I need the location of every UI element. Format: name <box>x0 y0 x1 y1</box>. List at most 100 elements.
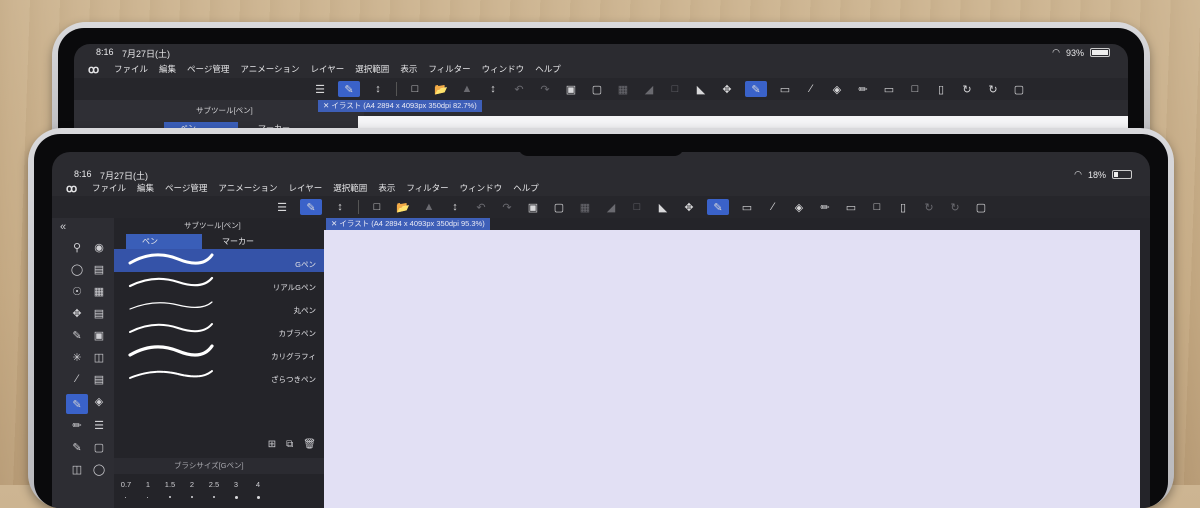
fill-selection-icon[interactable]: ◢ <box>603 199 619 215</box>
zoom-tool-icon[interactable]: ☉ <box>70 284 84 298</box>
eraser-alt-icon[interactable]: ▭ <box>881 81 897 97</box>
size-dot[interactable] <box>191 496 193 498</box>
clear-icon[interactable]: ▣ <box>563 81 579 97</box>
menu-help[interactable]: ヘルプ <box>535 63 561 75</box>
add-icon[interactable]: ⊞ <box>268 439 276 450</box>
menu-layer[interactable]: レイヤー <box>311 63 345 75</box>
trash-icon[interactable]: 🗑 <box>303 439 316 450</box>
move-icon[interactable]: ✥ <box>681 199 697 215</box>
smartphone-icon[interactable]: ▯ <box>895 199 911 215</box>
menu-view[interactable]: 表示 <box>378 182 395 194</box>
document-tab[interactable]: ✕ イラスト (A4 2894 x 4093px 350dpi 82.7%) <box>318 100 482 112</box>
pen-tool-icon[interactable]: ✎ <box>745 81 767 97</box>
eyedropper-icon[interactable]: ⁄ <box>765 199 781 215</box>
smartphone-icon[interactable]: ▯ <box>933 81 949 97</box>
menu-file[interactable]: ファイル <box>92 182 126 194</box>
menu-edit[interactable]: 編集 <box>159 63 176 75</box>
size-dot[interactable] <box>169 496 171 498</box>
flip-horizontal-icon[interactable]: ◣ <box>655 199 671 215</box>
size-dot[interactable] <box>257 496 260 499</box>
lasso-icon[interactable]: ◯ <box>70 262 84 276</box>
crop-icon[interactable]: ▢ <box>589 81 605 97</box>
clear-icon[interactable]: ▣ <box>525 199 541 215</box>
undo-icon[interactable]: ↶ <box>511 81 527 97</box>
fill-bucket-icon[interactable]: ◈ <box>829 81 845 97</box>
balloon-icon[interactable]: ◫ <box>92 350 106 364</box>
chevron-updown-icon[interactable]: ↕ <box>447 199 463 215</box>
double-chevron-left-icon[interactable]: « <box>56 220 70 234</box>
menu-edit[interactable]: 編集 <box>137 182 154 194</box>
menu-view[interactable]: 表示 <box>400 63 417 75</box>
eyedropper-icon[interactable]: ⁄ <box>70 372 84 386</box>
ruler-icon[interactable]: ▤ <box>92 306 106 320</box>
text-tool-icon[interactable]: ▦ <box>92 284 106 298</box>
auto-select-icon[interactable]: ✎ <box>70 328 84 342</box>
layers-icon[interactable]: ☰ <box>92 418 106 432</box>
menu-animation[interactable]: アニメーション <box>218 182 277 194</box>
menu-filter[interactable]: フィルター <box>406 182 448 194</box>
eyedropper-icon[interactable]: ⁄ <box>803 81 819 97</box>
menu-selection[interactable]: 選択範囲 <box>333 182 367 194</box>
quick-access-icon[interactable]: ✎ <box>300 199 322 215</box>
color-set-icon[interactable]: ▢ <box>92 440 106 454</box>
list-item[interactable]: リアルGペン <box>114 272 324 295</box>
canvas[interactable] <box>324 230 1140 508</box>
chevron-updown-icon[interactable]: ↕ <box>370 81 386 97</box>
fullscreen-icon[interactable]: ▢ <box>973 199 989 215</box>
selection-rect-icon[interactable]: □ <box>907 81 923 97</box>
size-dot[interactable] <box>213 496 215 498</box>
quick-access-icon[interactable]: ✎ <box>338 81 360 97</box>
document-tab[interactable]: ✕ イラスト (A4 2894 x 4093px 350dpi 95.3%) <box>326 218 490 230</box>
tab-marker[interactable]: マーカー <box>206 234 282 249</box>
pencil-icon[interactable]: ✏ <box>855 81 871 97</box>
undo-icon[interactable]: ↶ <box>473 199 489 215</box>
layer-tool-icon[interactable]: ▤ <box>92 262 106 276</box>
brush-icon[interactable]: ✎ <box>70 440 84 454</box>
no-entry-icon[interactable]: ◯ <box>92 462 106 476</box>
list-item[interactable]: ざらつきペン <box>114 364 324 387</box>
selection-rect-icon[interactable]: □ <box>869 199 885 215</box>
deselect-icon[interactable]: ▦ <box>577 199 593 215</box>
menu-window[interactable]: ウィンドウ <box>460 182 503 194</box>
size-dot[interactable] <box>147 497 148 498</box>
second-column-tool-icon[interactable]: ◉ <box>92 240 106 254</box>
list-item[interactable]: カブラペン <box>114 318 324 341</box>
pen-tool-icon[interactable]: ✎ <box>66 394 88 414</box>
fullscreen-icon[interactable]: ▢ <box>1011 81 1027 97</box>
pen-tool-icon[interactable]: ✎ <box>707 199 729 215</box>
pencil-icon[interactable]: ✏ <box>817 199 833 215</box>
save-icon[interactable]: ▲ <box>459 81 475 97</box>
move-icon[interactable]: ✥ <box>719 81 735 97</box>
menu-page[interactable]: ページ管理 <box>187 63 229 75</box>
chevron-updown-icon[interactable]: ↕ <box>485 81 501 97</box>
crop-icon[interactable]: ▢ <box>551 199 567 215</box>
deselect-icon[interactable]: ▦ <box>615 81 631 97</box>
open-folder-icon[interactable]: 📂 <box>395 199 411 215</box>
sync-icon[interactable]: ↻ <box>959 81 975 97</box>
hamburger-icon[interactable]: ☰ <box>274 199 290 215</box>
duplicate-icon[interactable]: ⧉ <box>286 439 293 450</box>
chevron-updown-icon[interactable]: ↕ <box>332 199 348 215</box>
border-icon[interactable]: □ <box>629 199 645 215</box>
magic-wand-icon[interactable]: ✳ <box>70 350 84 364</box>
menu-window[interactable]: ウィンドウ <box>482 63 525 75</box>
sync-icon[interactable]: ↻ <box>921 199 937 215</box>
list-item[interactable]: 丸ペン <box>114 295 324 318</box>
eraser-icon[interactable]: ▭ <box>739 199 755 215</box>
frame-icon[interactable]: ▣ <box>92 328 106 342</box>
fill-selection-icon[interactable]: ◢ <box>641 81 657 97</box>
redo-icon[interactable]: ↷ <box>537 81 553 97</box>
eraser-icon[interactable]: ▭ <box>777 81 793 97</box>
menu-selection[interactable]: 選択範囲 <box>355 63 389 75</box>
menu-file[interactable]: ファイル <box>114 63 148 75</box>
tab-pen[interactable]: ペン <box>126 234 202 249</box>
menu-filter[interactable]: フィルター <box>428 63 470 75</box>
new-file-icon[interactable]: □ <box>369 199 385 215</box>
flip-horizontal-icon[interactable]: ◣ <box>693 81 709 97</box>
size-dot[interactable] <box>235 496 238 499</box>
new-file-icon[interactable]: □ <box>407 81 423 97</box>
hamburger-icon[interactable]: ☰ <box>312 81 328 97</box>
menu-animation[interactable]: アニメーション <box>240 63 299 75</box>
redo-icon[interactable]: ↷ <box>499 199 515 215</box>
list-item[interactable]: Gペン <box>114 249 324 272</box>
